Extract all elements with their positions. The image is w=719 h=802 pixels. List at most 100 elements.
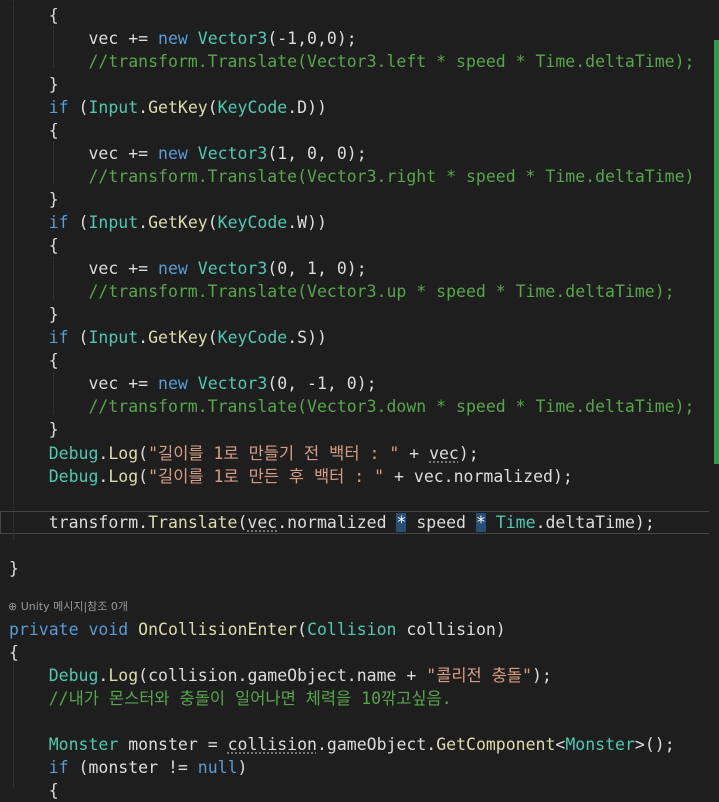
code-line[interactable]: } bbox=[0, 418, 719, 441]
code-line[interactable]: } bbox=[0, 557, 719, 580]
code-token: ( bbox=[207, 98, 218, 117]
code-token: Debug bbox=[48, 467, 99, 486]
code-line[interactable]: vec += new Vector3(0, -1, 0); bbox=[0, 372, 719, 395]
code-token: KeyCode bbox=[217, 328, 288, 347]
code-line[interactable]: { bbox=[0, 4, 719, 27]
code-token: Time bbox=[495, 513, 536, 532]
code-line[interactable]: vec += new Vector3(0, 1, 0); bbox=[0, 257, 719, 280]
code-token: (-1,0,0); bbox=[267, 29, 357, 48]
code-line[interactable]: { bbox=[0, 641, 719, 664]
code-token: vec += bbox=[9, 29, 159, 48]
code-line[interactable]: //내가 몬스터와 충돌이 일어나면 체력을 10깎고싶음. bbox=[0, 687, 719, 710]
code-token: * bbox=[475, 513, 486, 532]
code-token: ( bbox=[237, 513, 248, 532]
code-token: vec += bbox=[9, 144, 159, 163]
code-token: ( bbox=[207, 328, 218, 347]
code-token: collision bbox=[227, 735, 317, 754]
code-token: } bbox=[9, 420, 59, 439]
code-line[interactable]: if (monster != null) bbox=[0, 756, 719, 779]
code-token: if bbox=[48, 213, 69, 232]
code-token: + bbox=[399, 444, 430, 463]
code-token: speed bbox=[406, 513, 476, 532]
code-token: new bbox=[158, 29, 188, 48]
code-editor[interactable]: ⊕ Unity 메시지|참조 0개 { vec += new Vector3(-… bbox=[0, 0, 719, 800]
code-line[interactable]: vec += new Vector3(-1,0,0); bbox=[0, 27, 719, 50]
code-token: .deltaTime); bbox=[535, 513, 655, 532]
code-token: (1, 0, 0); bbox=[267, 144, 367, 163]
code-token: //transform.Translate(Vector3.up * speed… bbox=[9, 282, 675, 301]
code-token: new bbox=[158, 259, 188, 278]
code-token: Vector3 bbox=[197, 259, 268, 278]
code-line[interactable]: Debug.Log("길이를 1로 만들기 전 백터 : " + vec); bbox=[0, 442, 719, 465]
code-token: ( bbox=[207, 213, 218, 232]
code-token: ( bbox=[297, 620, 308, 639]
code-token: ( bbox=[68, 98, 89, 117]
code-token: . bbox=[98, 666, 109, 685]
code-token: { bbox=[9, 121, 59, 140]
code-token: Input bbox=[88, 213, 139, 232]
code-token: Translate bbox=[148, 513, 238, 532]
vertical-scrollbar[interactable] bbox=[709, 0, 719, 787]
code-line[interactable]: { bbox=[0, 779, 719, 802]
code-token: Input bbox=[88, 328, 139, 347]
code-line[interactable]: //transform.Translate(Vector3.down * spe… bbox=[0, 395, 719, 418]
code-line[interactable]: if (Input.GetKey(KeyCode.S)) bbox=[0, 326, 719, 349]
code-token: "콜리전 충돌" bbox=[426, 666, 532, 685]
code-token: private bbox=[9, 620, 79, 639]
code-token: Log bbox=[108, 444, 139, 463]
code-line[interactable]: } bbox=[0, 73, 719, 96]
code-token: } bbox=[9, 190, 59, 209]
code-token: ) bbox=[237, 758, 248, 777]
code-line[interactable]: private void OnCollisionEnter(Collision … bbox=[0, 618, 719, 641]
code-token: vec bbox=[429, 444, 459, 463]
code-line[interactable]: vec += new Vector3(1, 0, 0); bbox=[0, 142, 719, 165]
code-token: ); bbox=[458, 444, 479, 463]
code-token: GetComponent bbox=[436, 735, 556, 754]
code-token: "길이를 1로 만든 후 백터 : " bbox=[148, 467, 385, 486]
code-token: } bbox=[9, 559, 19, 578]
code-line[interactable]: } bbox=[0, 188, 719, 211]
code-token: GetKey bbox=[148, 98, 208, 117]
code-token: .D)) bbox=[287, 98, 327, 117]
code-token: KeyCode bbox=[217, 213, 288, 232]
code-token: if bbox=[48, 98, 69, 117]
code-line[interactable]: transform.Translate(vec.normalized * spe… bbox=[0, 511, 719, 534]
code-line[interactable] bbox=[0, 488, 719, 511]
code-line[interactable]: //transform.Translate(Vector3.right * sp… bbox=[0, 165, 719, 188]
code-token: (0, -1, 0); bbox=[267, 374, 377, 393]
code-line[interactable]: { bbox=[0, 119, 719, 142]
code-line[interactable]: if (Input.GetKey(KeyCode.D)) bbox=[0, 96, 719, 119]
code-token: Input bbox=[88, 98, 139, 117]
code-token: .W)) bbox=[287, 213, 327, 232]
code-line[interactable]: { bbox=[0, 349, 719, 372]
code-line[interactable] bbox=[0, 710, 719, 733]
code-line[interactable]: //transform.Translate(Vector3.up * speed… bbox=[0, 280, 719, 303]
code-line[interactable]: Debug.Log(collision.gameObject.name + "콜… bbox=[0, 664, 719, 687]
code-line[interactable]: //transform.Translate(Vector3.left * spe… bbox=[0, 50, 719, 73]
code-line[interactable] bbox=[0, 580, 719, 603]
code-line[interactable]: } bbox=[0, 303, 719, 326]
code-line[interactable] bbox=[0, 534, 719, 557]
code-token: { bbox=[9, 643, 19, 662]
code-line[interactable]: Monster monster = collision.gameObject.G… bbox=[0, 733, 719, 756]
code-token: .S)) bbox=[287, 328, 327, 347]
code-token: //내가 몬스터와 충돌이 일어나면 체력을 10깎고싶음. bbox=[9, 689, 452, 708]
code-token: } bbox=[9, 75, 59, 94]
code-token: null bbox=[197, 758, 238, 777]
code-token: Debug bbox=[48, 444, 99, 463]
code-line[interactable]: Debug.Log("길이를 1로 만든 후 백터 : " + vec.norm… bbox=[0, 465, 719, 488]
code-token: { bbox=[9, 236, 59, 255]
code-line[interactable]: if (Input.GetKey(KeyCode.W)) bbox=[0, 211, 719, 234]
code-token: Monster bbox=[565, 735, 635, 754]
code-token: vec += bbox=[9, 259, 159, 278]
code-token: vec bbox=[247, 513, 278, 532]
code-token: . bbox=[138, 328, 149, 347]
code-line[interactable]: { bbox=[0, 234, 719, 257]
